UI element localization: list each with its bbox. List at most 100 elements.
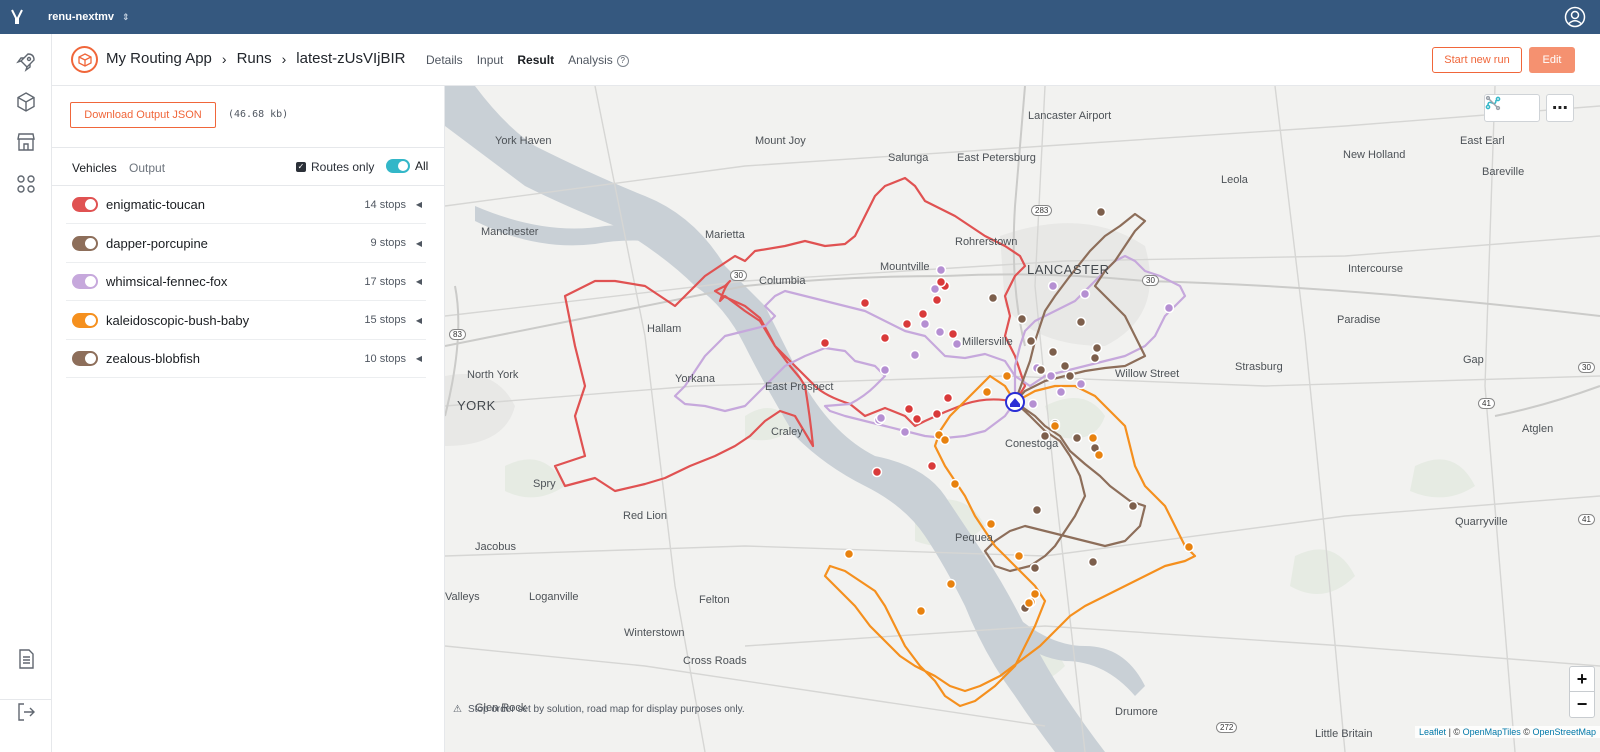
stop-marker[interactable]	[926, 460, 938, 472]
docs-icon[interactable]	[14, 647, 38, 671]
stop-marker[interactable]	[843, 548, 855, 560]
tab-details[interactable]: Details	[426, 53, 463, 67]
stop-marker[interactable]	[1055, 386, 1067, 398]
logout-icon[interactable]	[14, 700, 38, 724]
stop-marker[interactable]	[1075, 378, 1087, 390]
vehicle-toggle[interactable]	[72, 274, 98, 290]
routes-only-checkbox[interactable]: ✓ Routes only	[296, 160, 374, 174]
stop-marker[interactable]	[1087, 556, 1099, 568]
zoom-out-button[interactable]: −	[1570, 692, 1594, 717]
rocket-icon[interactable]	[14, 50, 38, 74]
stop-marker[interactable]	[1071, 432, 1083, 444]
stop-marker[interactable]	[1029, 562, 1041, 574]
stop-marker[interactable]	[947, 328, 959, 340]
vehicle-row[interactable]: zealous-blobfish 10 stops ◀	[66, 340, 426, 379]
download-output-json-button[interactable]: Download Output JSON	[70, 102, 216, 128]
tab-analysis[interactable]: Analysis?	[568, 53, 629, 67]
tab-output[interactable]: Output	[129, 161, 165, 175]
more-options-icon[interactable]: ⋯	[1546, 94, 1574, 122]
stop-marker[interactable]	[1027, 398, 1039, 410]
leaflet-link[interactable]: Leaflet	[1419, 727, 1446, 737]
tab-input[interactable]: Input	[477, 53, 504, 67]
stop-marker[interactable]	[1016, 313, 1028, 325]
stop-marker[interactable]	[1023, 597, 1035, 609]
route-map[interactable]: York Haven Mount Joy Salunga East Peters…	[445, 86, 1600, 752]
stop-marker[interactable]	[1075, 316, 1087, 328]
stop-marker[interactable]	[879, 332, 891, 344]
openstreetmap-link[interactable]: OpenStreetMap	[1532, 727, 1596, 737]
stop-marker[interactable]	[911, 413, 923, 425]
tab-result[interactable]: Result	[517, 53, 554, 67]
all-vehicles-toggle[interactable]: All	[386, 159, 428, 173]
stop-marker[interactable]	[934, 326, 946, 338]
stop-marker[interactable]	[1045, 370, 1057, 382]
vehicle-toggle[interactable]	[72, 197, 98, 212]
caret-left-icon[interactable]: ◀	[416, 316, 422, 325]
zoom-in-button[interactable]: +	[1570, 667, 1594, 692]
stop-marker[interactable]	[1047, 280, 1059, 292]
caret-left-icon[interactable]: ◀	[416, 354, 422, 363]
caret-left-icon[interactable]: ◀	[416, 277, 422, 286]
stop-marker[interactable]	[929, 283, 941, 295]
stop-marker[interactable]	[1031, 504, 1043, 516]
stop-marker[interactable]	[917, 308, 929, 320]
stop-marker[interactable]	[1049, 420, 1061, 432]
stop-marker[interactable]	[1047, 346, 1059, 358]
stop-marker[interactable]	[1025, 335, 1037, 347]
breadcrumb-app[interactable]: My Routing App	[106, 50, 212, 67]
stop-marker[interactable]	[949, 478, 961, 490]
caret-left-icon[interactable]: ◀	[416, 239, 422, 248]
stop-marker[interactable]	[942, 392, 954, 404]
stop-marker[interactable]	[1035, 364, 1047, 376]
stop-marker[interactable]	[931, 294, 943, 306]
stop-marker[interactable]	[819, 337, 831, 349]
org-switcher[interactable]: renu-nextmv ⇕	[48, 11, 130, 23]
stop-marker[interactable]	[875, 412, 887, 424]
stop-marker[interactable]	[1087, 432, 1099, 444]
stop-marker[interactable]	[1079, 288, 1091, 300]
stop-marker[interactable]	[915, 605, 927, 617]
caret-left-icon[interactable]: ◀	[416, 200, 422, 209]
stop-marker[interactable]	[871, 466, 883, 478]
stop-marker[interactable]	[1013, 550, 1025, 562]
stop-marker[interactable]	[1163, 302, 1175, 314]
vehicle-row[interactable]: dapper-porcupine 9 stops ◀	[66, 225, 426, 263]
stop-marker[interactable]	[987, 292, 999, 304]
stop-marker[interactable]	[1059, 360, 1071, 372]
stop-marker[interactable]	[985, 518, 997, 530]
stop-marker[interactable]	[879, 364, 891, 376]
stop-marker[interactable]	[909, 349, 921, 361]
stop-marker[interactable]	[939, 434, 951, 446]
stop-marker[interactable]	[1183, 541, 1195, 553]
cube-icon[interactable]	[14, 90, 38, 114]
stop-marker[interactable]	[1001, 370, 1013, 382]
tab-vehicles[interactable]: Vehicles	[72, 161, 117, 175]
stop-marker[interactable]	[981, 386, 993, 398]
map-canvas[interactable]	[445, 86, 1600, 752]
stop-marker[interactable]	[919, 318, 931, 330]
stop-marker[interactable]	[1089, 352, 1101, 364]
vehicle-row[interactable]: whimsical-fennec-fox 17 stops ◀	[66, 263, 426, 302]
stop-marker[interactable]	[899, 426, 911, 438]
stop-marker[interactable]	[945, 578, 957, 590]
openmaptiles-link[interactable]: OpenMapTiles	[1463, 727, 1521, 737]
stop-marker[interactable]	[1091, 342, 1103, 354]
stop-marker[interactable]	[1093, 449, 1105, 461]
vehicle-toggle[interactable]	[72, 312, 98, 328]
stop-marker[interactable]	[931, 408, 943, 420]
user-avatar-icon[interactable]	[1564, 6, 1586, 28]
stop-marker[interactable]	[1095, 206, 1107, 218]
edit-button[interactable]: Edit	[1529, 47, 1575, 73]
stop-marker[interactable]	[935, 264, 947, 276]
nextmv-logo-icon[interactable]	[0, 0, 34, 34]
start-new-run-button[interactable]: Start new run	[1432, 47, 1522, 73]
stop-marker[interactable]	[1127, 500, 1139, 512]
vehicle-row[interactable]: kaleidoscopic-bush-baby 15 stops ◀	[66, 302, 426, 340]
stop-marker[interactable]	[901, 318, 913, 330]
vehicle-toggle[interactable]	[72, 235, 98, 251]
stop-marker[interactable]	[903, 403, 915, 415]
apps-grid-icon[interactable]	[14, 172, 38, 196]
marketplace-icon[interactable]	[14, 130, 38, 154]
vehicle-toggle[interactable]	[72, 351, 98, 367]
stop-marker[interactable]	[1064, 370, 1076, 382]
